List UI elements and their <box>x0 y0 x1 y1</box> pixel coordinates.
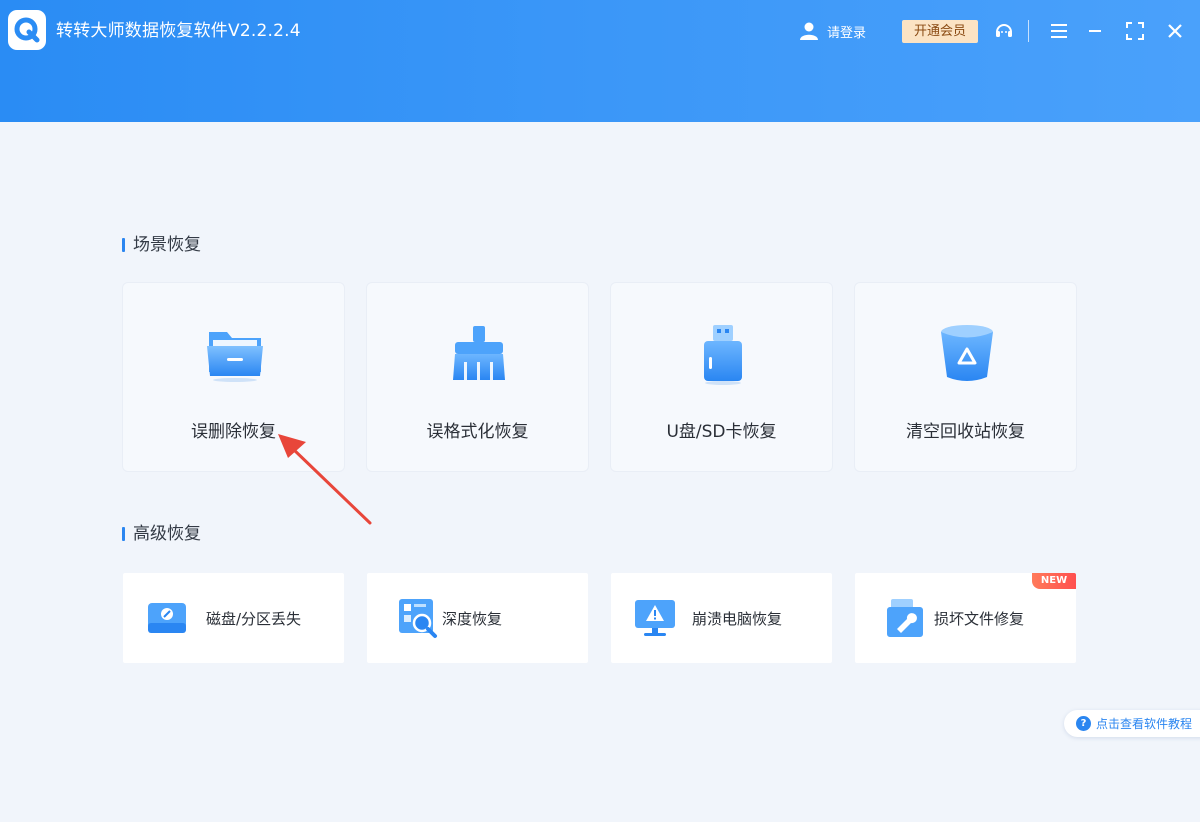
annotation-arrow <box>278 434 372 525</box>
tutorial-link[interactable]: ? 点击查看软件教程 <box>1064 710 1200 737</box>
new-badge: NEW <box>1032 573 1076 589</box>
menu-icon[interactable] <box>1048 20 1070 42</box>
tutorial-link-label: 点击查看软件教程 <box>1096 717 1193 731</box>
scene-section-title: 场景恢复 <box>122 235 201 255</box>
header-separator <box>1028 20 1029 42</box>
recycle-bin-icon <box>936 323 998 385</box>
card-label: U盘/SD卡恢复 <box>666 422 777 442</box>
adv-damaged-file-repair[interactable]: NEW 损坏文件修复 <box>855 573 1076 663</box>
adv-label: 深度恢复 <box>442 610 503 628</box>
card-label: 清空回收站恢复 <box>906 422 1025 442</box>
title-bar: 转转大师数据恢复软件V2.2.2.4 请登录 开通会员 <box>0 0 1200 122</box>
folder-icon <box>204 323 266 385</box>
headset-icon[interactable] <box>993 20 1015 42</box>
adv-label: 损坏文件修复 <box>934 610 1025 628</box>
user-icon <box>800 22 818 40</box>
card-usb-sd-recovery[interactable]: U盘/SD卡恢复 <box>610 282 833 472</box>
close-icon[interactable] <box>1164 20 1186 42</box>
login-label: 请登录 <box>827 25 867 41</box>
broom-icon <box>448 323 510 385</box>
card-recycle-bin-recovery[interactable]: 清空回收站恢复 <box>854 282 1077 472</box>
usb-drive-icon <box>692 323 754 385</box>
deep-scan-icon <box>395 597 439 639</box>
adv-crashed-pc-recovery[interactable]: 崩溃电脑恢复 <box>611 573 832 663</box>
vip-button[interactable]: 开通会员 <box>902 20 978 43</box>
login-button[interactable]: 请登录 <box>799 19 866 43</box>
magnifier-logo-icon <box>14 17 40 43</box>
adv-deep-recovery[interactable]: 深度恢复 <box>367 573 588 663</box>
adv-disk-partition-lost[interactable]: 磁盘/分区丢失 <box>123 573 344 663</box>
maximize-icon[interactable] <box>1124 20 1146 42</box>
disk-icon <box>145 597 189 639</box>
crashed-monitor-icon <box>633 597 677 639</box>
app-logo <box>8 10 46 50</box>
adv-label: 磁盘/分区丢失 <box>206 610 302 628</box>
adv-label: 崩溃电脑恢复 <box>692 610 783 628</box>
card-format-recovery[interactable]: 误格式化恢复 <box>366 282 589 472</box>
app-title: 转转大师数据恢复软件V2.2.2.4 <box>56 21 301 41</box>
advanced-section-title: 高级恢复 <box>122 524 201 544</box>
question-icon: ? <box>1076 716 1091 731</box>
repair-tools-icon <box>883 597 927 639</box>
minimize-icon[interactable] <box>1084 20 1106 42</box>
card-label: 误格式化恢复 <box>426 422 529 442</box>
